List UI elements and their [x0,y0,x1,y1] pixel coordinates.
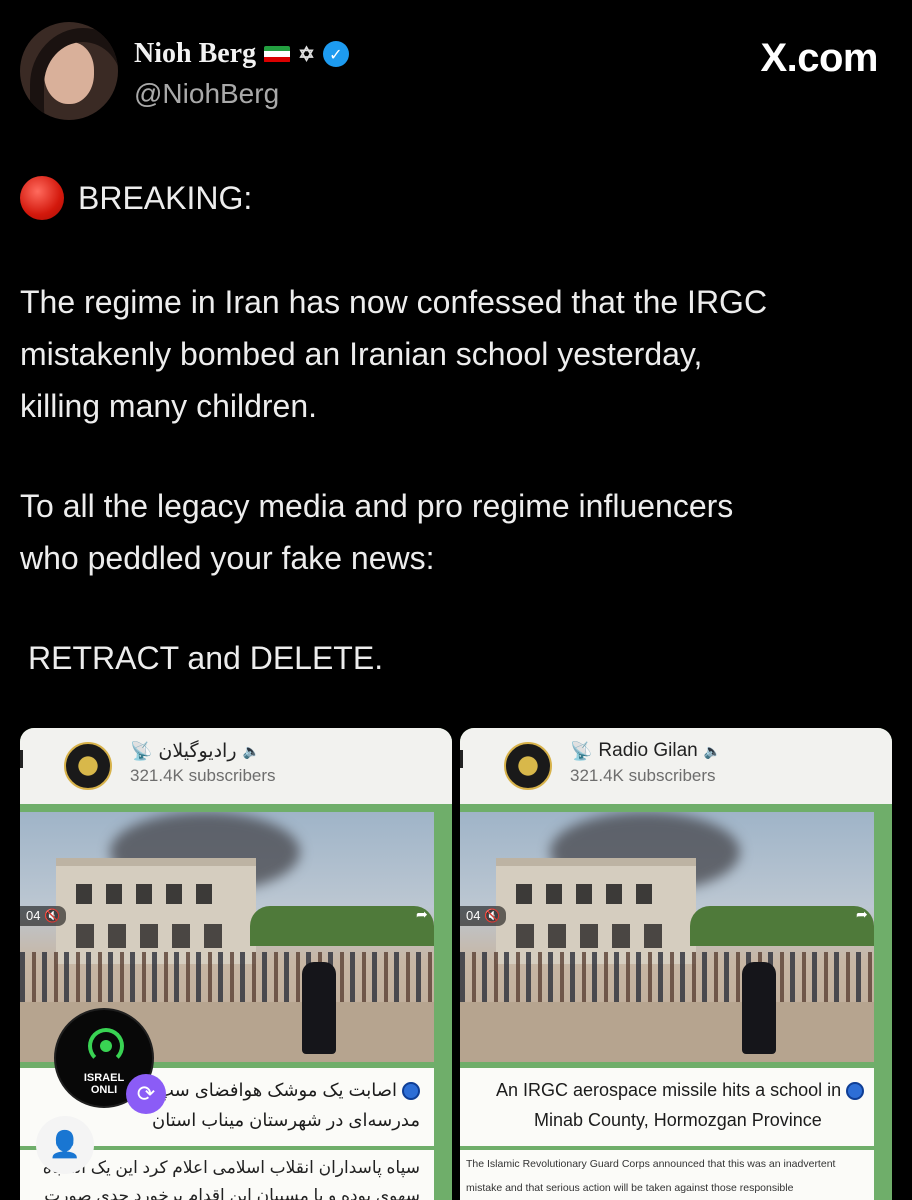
repost-icon[interactable]: ⟳ [126,1074,166,1114]
video-time: 04 🔇 [20,906,67,926]
author-name[interactable]: Nioh Berg [134,38,256,70]
satellite-dish-icon: 📡 [130,741,153,761]
blue-circle-icon [402,1082,420,1101]
telegram-header: 📡 Radio Gilan 🔈 321.4K subscribers [460,728,892,804]
post-frame: Nioh Berg ✡ ✓ @NiohBerg X.com BREAKING: … [8,8,904,1200]
author-avatar[interactable] [20,22,118,120]
media-image-right[interactable]: 📡 Radio Gilan 🔈 321.4K subscribers 04 🔇 … [460,728,892,1200]
trees [690,906,874,946]
caption-line-2: Minab County, Hormozgan Province [534,1110,822,1130]
post-line: killing many children. [20,388,318,424]
channel-logo-icon [504,742,552,790]
share-icon: ➦ [416,906,428,922]
satellite-dish-icon: 📡 [570,740,593,761]
blue-circle-icon [846,1082,865,1101]
channel-logo-icon [64,742,112,790]
caption-line-1: An IRGC aerospace missile hits a school … [496,1080,865,1101]
post-line: mistakenly bombed an Iranian school yest… [20,336,703,372]
person-figure [302,962,336,1054]
post-line: To all the legacy media and pro regime i… [20,488,734,524]
post-line: The regime in Iran has now confessed tha… [20,284,768,320]
caption-line-1: اصابت یک موشک هوافضای سپ [157,1080,420,1101]
message-body: The Islamic Revolutionary Guard Corps an… [460,1150,874,1200]
breaking-label: BREAKING: [78,180,253,216]
damaged-building [56,858,256,964]
telegram-header: 📡 راديوگيلان 🔈 321.4K subscribers [20,728,452,804]
verified-icon: ✓ [322,41,349,67]
channel-title: 📡 Radio Gilan 🔈 [570,740,721,762]
damaged-building [496,858,696,964]
x-brand-logo: X.com [760,36,878,80]
subscriber-count: 321.4K subscribers [130,766,276,785]
post-line: who peddled your fake news: [20,540,435,576]
iran-flag-icon [264,45,291,63]
back-bar [460,750,463,768]
star-of-david-icon: ✡ [298,43,315,66]
trees [250,906,434,946]
subscriber-count: 321.4K subscribers [570,766,716,785]
breaking-line: BREAKING: [20,172,890,224]
caption-box: An IRGC aerospace missile hits a school … [460,1068,874,1146]
channel-name: Radio Gilan [598,740,698,761]
body-line-2: mistake and that serious action will be … [466,1182,794,1194]
share-icon: ➦ [856,906,868,922]
news-photo: 04 🔇 ➦ [460,812,874,1062]
person-icon: 👤 [48,1130,82,1160]
mute-icon: 🔈 [703,742,722,759]
post-paragraph-1: The regime in Iran has now confessed tha… [20,276,890,432]
post-paragraph-3: RETRACT and DELETE. [28,640,384,676]
red-circle-icon [20,176,64,220]
video-time: 04 🔇 [460,906,507,926]
user-profile-button[interactable]: 👤 [36,1116,94,1174]
caption-line-2: مدرسه‌ای در شهرستان میناب استان [152,1110,420,1130]
body-line-1: سپاه پاسداران انقلاب اسلامی اعلام کرد ای… [42,1158,420,1177]
broadcast-signal-icon [88,1028,124,1064]
author-name-row[interactable]: Nioh Berg ✡ ✓ [134,38,349,70]
channel-title: 📡 راديوگيلان 🔈 [130,740,260,763]
mute-icon: 🔈 [242,743,260,759]
post-paragraph-2: To all the legacy media and pro regime i… [20,480,890,584]
body-line-1: The Islamic Revolutionary Guard Corps an… [466,1158,836,1170]
back-bar [20,750,23,768]
ground [460,1002,874,1062]
person-figure [742,962,776,1054]
body-line-2: سهوی بوده و با مسببان این اقدام برخورد ج… [44,1186,420,1200]
author-handle[interactable]: @NiohBerg [134,78,279,110]
channel-name: راديوگيلان [158,741,237,762]
